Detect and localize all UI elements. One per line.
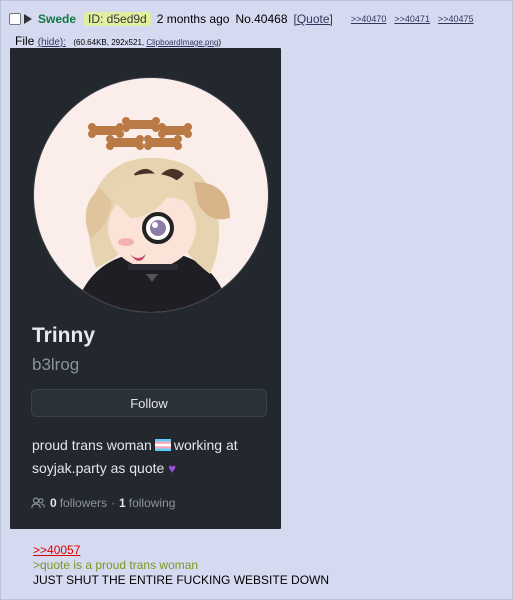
file-meta-close: ) [218, 38, 222, 47]
greentext-quote: >quote is a proud trans woman [33, 558, 199, 572]
following-label[interactable]: following [129, 496, 176, 510]
bio-text: soyjak.party as quote [32, 460, 165, 476]
follow-stats: 0 followers · 1 following [31, 496, 175, 510]
purple-heart-icon: ♥ [168, 461, 177, 476]
quote-link[interactable]: [Quote] [294, 12, 333, 26]
file-name-link[interactable]: ClipboardImage.png [146, 38, 218, 47]
post-number[interactable]: No.40468 [235, 12, 287, 26]
bio-text: working at [173, 437, 238, 453]
file-info: File (hide): (60.64KB, 292x521, Clipboar… [15, 34, 221, 48]
backlink[interactable]: >>40475 [438, 14, 474, 24]
stats-separator: · [111, 496, 116, 510]
avatar-illustration [74, 117, 230, 312]
following-count[interactable]: 1 [119, 496, 126, 510]
follow-button[interactable]: Follow [31, 389, 267, 417]
profile-username: b3lrog [32, 355, 80, 374]
post-time: 2 months ago [156, 12, 230, 26]
profile-display-name: Trinny [32, 324, 96, 347]
reply-link[interactable]: >>40057 [33, 543, 80, 557]
checkbox-icon[interactable] [9, 13, 21, 25]
triangle-right-icon[interactable] [24, 14, 32, 24]
post-container: Swede ID: d5ed9d 2 months ago No.40468 [… [0, 0, 513, 600]
hide-file-link[interactable]: (hide): [38, 37, 66, 48]
followers-label[interactable]: followers [60, 496, 107, 510]
avatar [34, 78, 268, 312]
followers-count[interactable]: 0 [50, 496, 57, 510]
backlink[interactable]: >>40470 [351, 14, 387, 24]
bio-text: proud trans woman [32, 437, 152, 453]
file-meta-text: (60.64KB, 292x521, [73, 38, 147, 47]
post-message: JUST SHUT THE ENTIRE FUCKING WEBSITE DOW… [33, 573, 330, 587]
poster-id-badge[interactable]: ID: d5ed9d [84, 12, 151, 26]
profile-bio: proud trans woman working at soyjak.party… [32, 434, 272, 480]
post-header: Swede ID: d5ed9d 2 months ago No.40468 [… [9, 11, 482, 27]
trans-flag-icon [154, 439, 171, 451]
backlink[interactable]: >>40471 [394, 14, 430, 24]
people-icon [31, 497, 45, 509]
file-meta: (60.64KB, 292x521, ClipboardImage.png) [73, 38, 221, 47]
poster-name: Swede [38, 12, 77, 26]
file-thumbnail[interactable]: Trinny b3lrog Follow proud trans woman wo… [10, 48, 281, 529]
file-label: File [15, 34, 35, 48]
